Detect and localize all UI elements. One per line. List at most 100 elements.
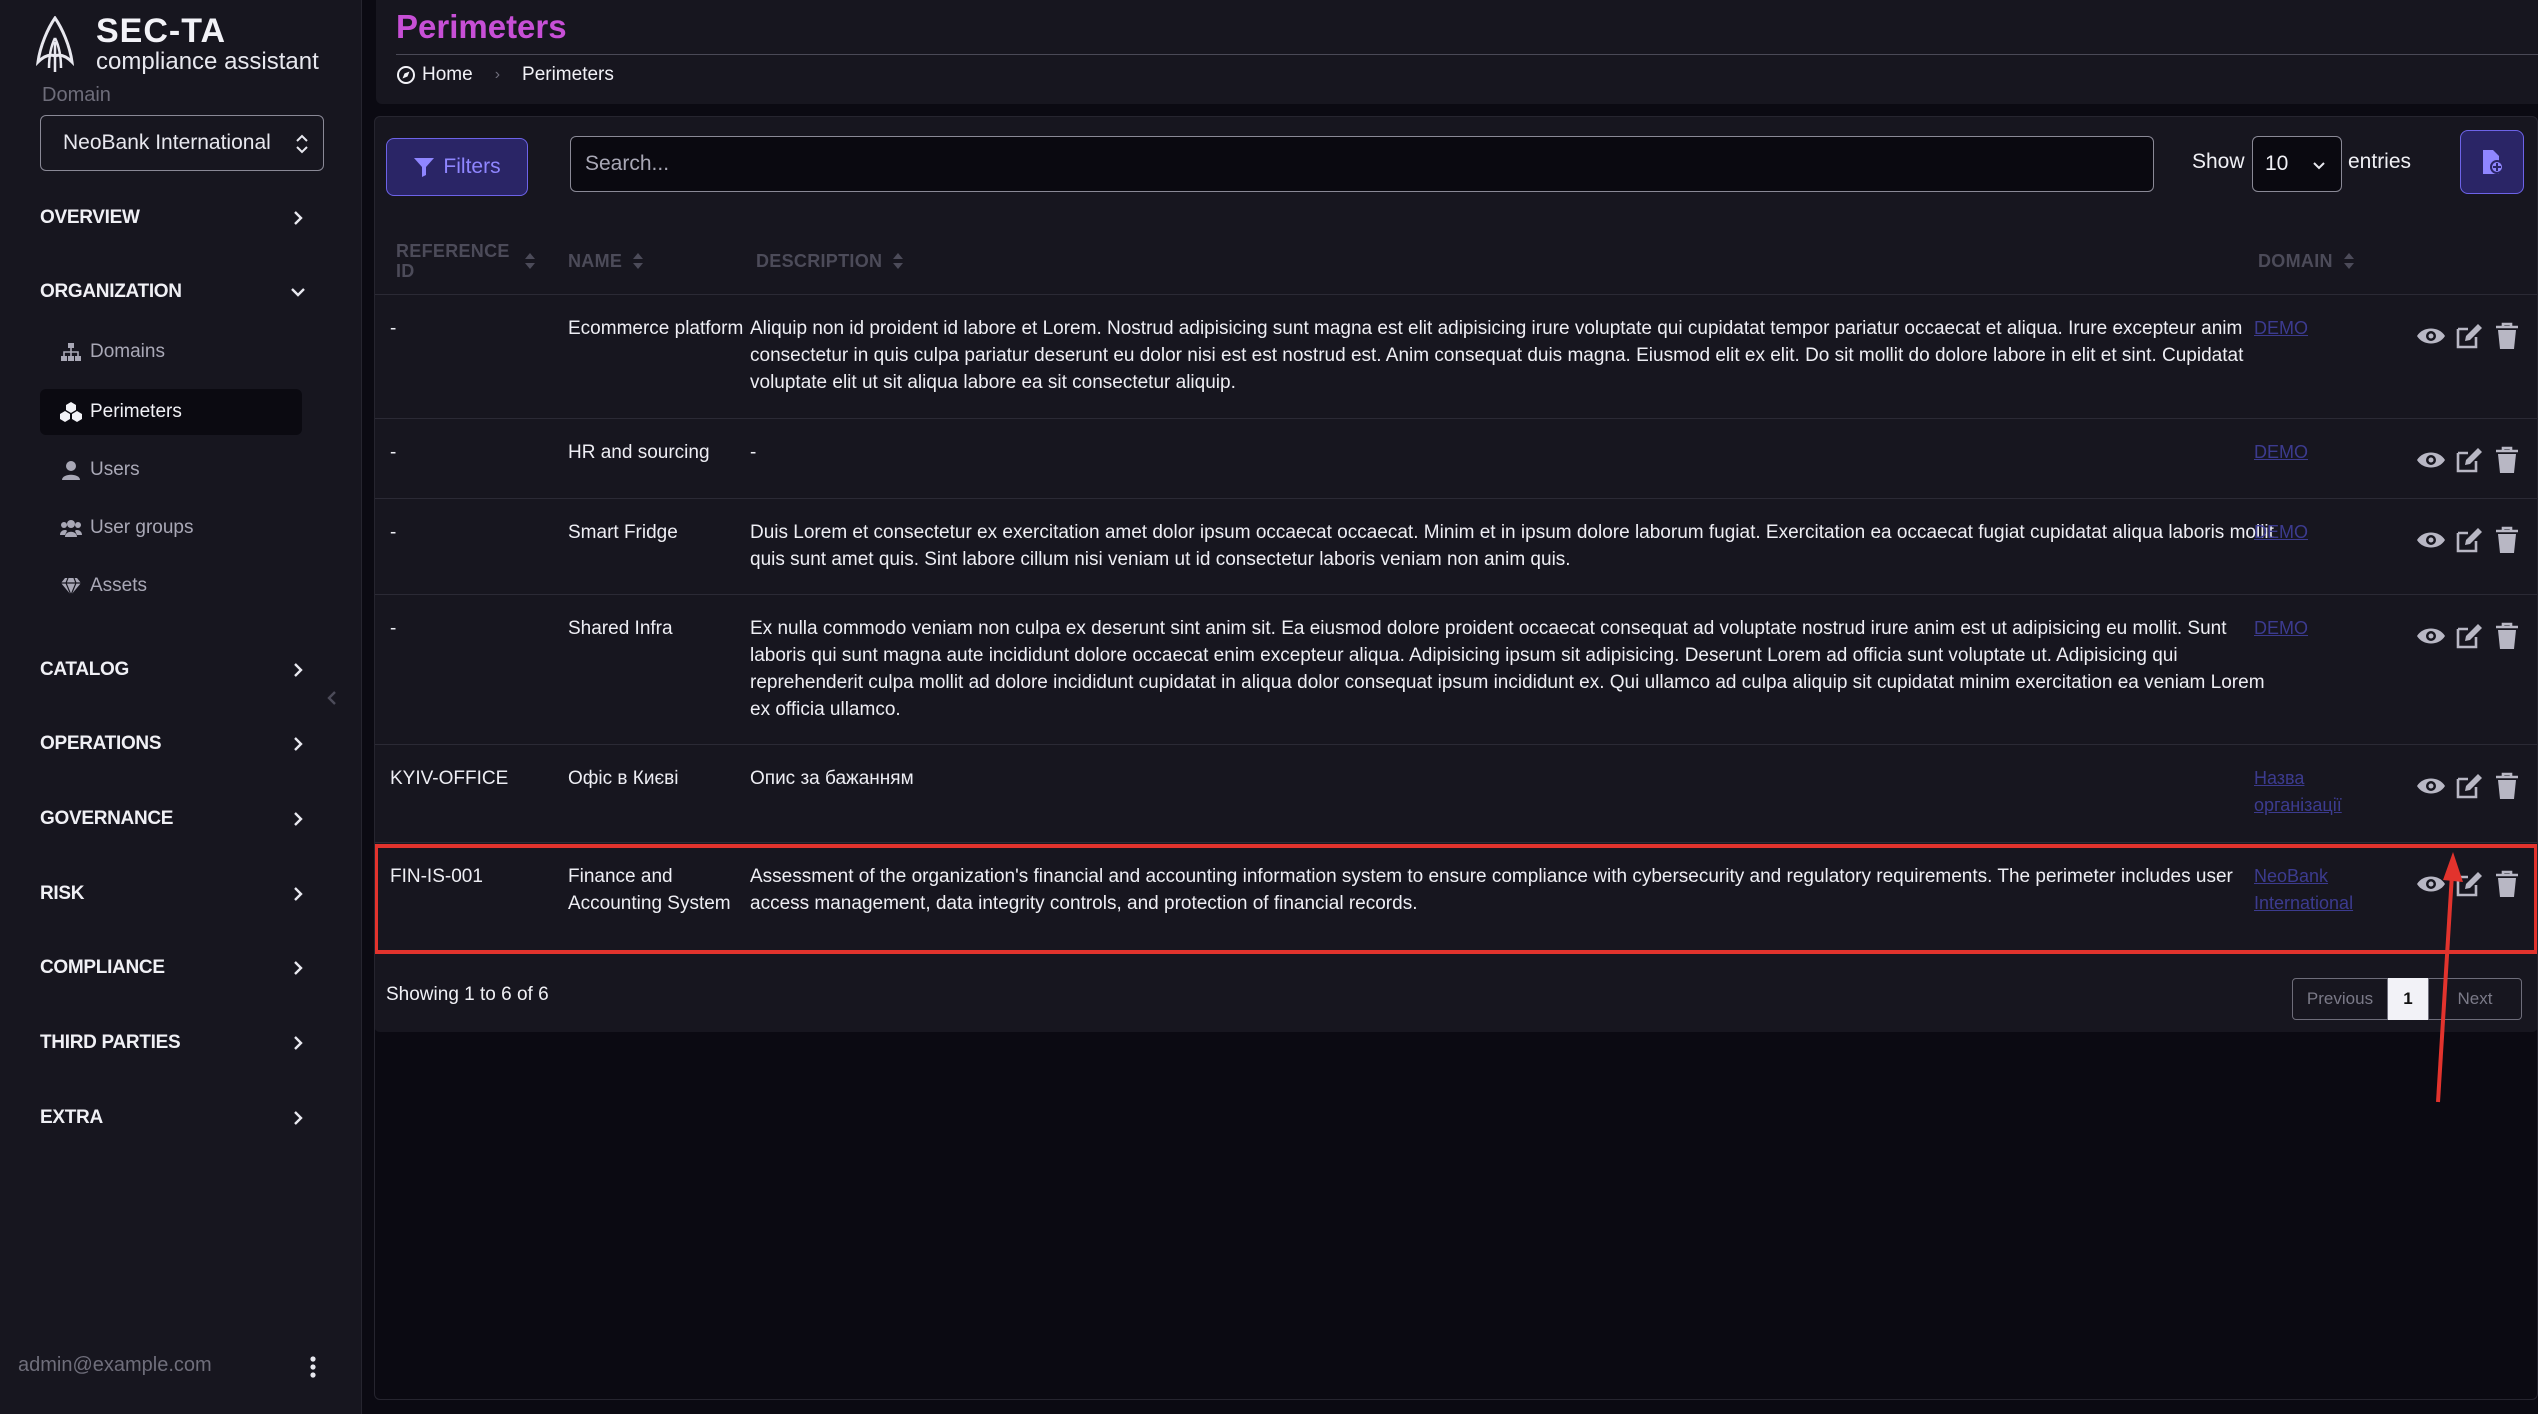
table-row[interactable]: - Shared Infra Ex nulla commodo veniam n… <box>374 594 2538 744</box>
user-icon <box>62 461 80 480</box>
cell-description: Aliquip non id proident id labore et Lor… <box>750 318 2244 393</box>
nav-compliance[interactable]: COMPLIANCE <box>40 948 310 988</box>
kebab-menu-icon[interactable] <box>306 1354 320 1380</box>
cell-description: Duis Lorem et consectetur ex exercitatio… <box>750 522 2274 570</box>
cell-description: Assessment of the organization's financi… <box>750 866 2233 914</box>
sidebar-item-domains[interactable]: Domains <box>40 329 302 375</box>
edit-icon[interactable] <box>2454 321 2484 351</box>
sort-icon <box>893 253 904 269</box>
nav-third-parties[interactable]: THIRD PARTIES <box>40 1023 310 1063</box>
show-label: Show <box>2192 150 2245 173</box>
previous-page-button[interactable]: Previous <box>2292 978 2388 1020</box>
pagination: Previous 1 Next <box>2292 978 2522 1020</box>
eye-icon[interactable] <box>2416 445 2446 475</box>
domain-label: Domain <box>42 84 111 106</box>
chevron-right-icon <box>294 812 303 826</box>
nav-catalog[interactable]: CATALOG <box>40 650 310 690</box>
gem-icon <box>61 577 81 597</box>
row-actions <box>2416 445 2522 475</box>
trash-icon[interactable] <box>2492 525 2522 555</box>
compass-icon <box>397 66 415 84</box>
breadcrumb-home[interactable]: Home <box>422 64 473 86</box>
sidebar-item-perimeters[interactable]: Perimeters <box>40 389 302 435</box>
cell-domain-link[interactable]: NeoBank International <box>2254 863 2374 917</box>
sidebar: SEC-TA compliance assistant Domain NeoBa… <box>0 0 362 1414</box>
cell-name: Shared Infra <box>568 618 673 639</box>
edit-icon[interactable] <box>2454 771 2484 801</box>
chevron-right-icon <box>294 961 303 975</box>
entries-select[interactable]: 10 <box>2252 136 2342 192</box>
edit-icon[interactable] <box>2454 525 2484 555</box>
cell-name: Smart Fridge <box>568 522 678 543</box>
nav-overview[interactable]: OVERVIEW <box>40 198 310 238</box>
page-button-current[interactable]: 1 <box>2388 978 2428 1020</box>
edit-icon[interactable] <box>2454 621 2484 651</box>
header-divider <box>396 54 2538 55</box>
cell-description: - <box>750 442 757 463</box>
chevron-right-icon <box>294 211 303 225</box>
nav-governance[interactable]: GOVERNANCE <box>40 799 310 839</box>
search-input[interactable] <box>570 136 2154 192</box>
cell-domain-link[interactable]: DEMO <box>2254 615 2374 642</box>
brand-logo-icon <box>35 16 75 72</box>
breadcrumb: Home › Perimeters <box>396 64 614 86</box>
user-email: admin@example.com <box>18 1354 212 1376</box>
trash-icon[interactable] <box>2492 771 2522 801</box>
eye-icon[interactable] <box>2416 771 2446 801</box>
chevron-down-icon <box>2313 162 2325 170</box>
nav-extra[interactable]: EXTRA <box>40 1098 310 1138</box>
sort-icon <box>2343 253 2354 269</box>
page-header: Perimeters Home › Perimeters <box>376 0 2538 104</box>
cell-ref: - <box>390 618 397 639</box>
sidebar-item-user-groups[interactable]: User groups <box>40 505 302 551</box>
table-panel: Filters Show 10 entries REFERENCE ID NAM… <box>374 116 2538 1032</box>
chevron-right-icon <box>294 1036 303 1050</box>
trash-icon[interactable] <box>2492 321 2522 351</box>
table-row[interactable]: - Ecommerce platform Aliquip non id proi… <box>374 294 2538 418</box>
brand[interactable]: SEC-TA compliance assistant <box>34 14 319 76</box>
sort-icon <box>633 253 644 269</box>
nav-operations[interactable]: OPERATIONS <box>40 724 310 764</box>
nav-risk[interactable]: RISK <box>40 874 310 914</box>
cell-domain-link[interactable]: DEMO <box>2254 315 2374 342</box>
cell-description: Опис за бажанням <box>750 768 914 789</box>
cell-ref: - <box>390 318 397 339</box>
table-row[interactable]: - HR and sourcing - DEMO <box>374 418 2538 498</box>
table-row[interactable]: - Smart Fridge Duis Lorem et consectetur… <box>374 498 2538 594</box>
filter-icon <box>414 158 435 177</box>
eye-icon[interactable] <box>2416 621 2446 651</box>
eye-icon[interactable] <box>2416 321 2446 351</box>
row-actions <box>2416 771 2522 801</box>
filters-button[interactable]: Filters <box>386 138 528 196</box>
cell-name: HR and sourcing <box>568 442 710 463</box>
trash-icon[interactable] <box>2492 869 2522 899</box>
cell-name: Finance and Accounting System <box>568 866 731 914</box>
cell-domain-link[interactable]: DEMO <box>2254 519 2374 546</box>
cell-domain-link[interactable]: Назва організації <box>2254 765 2374 819</box>
trash-icon[interactable] <box>2492 445 2522 475</box>
domain-select[interactable]: NeoBank International <box>40 115 324 171</box>
cell-ref: - <box>390 522 397 543</box>
updown-chevron-icon <box>296 134 308 154</box>
sidebar-item-users[interactable]: Users <box>40 447 302 493</box>
eye-icon[interactable] <box>2416 525 2446 555</box>
trash-icon[interactable] <box>2492 621 2522 651</box>
edit-icon[interactable] <box>2454 445 2484 475</box>
cell-name: Офіс в Києві <box>568 768 679 789</box>
cell-ref: - <box>390 442 397 463</box>
cell-name: Ecommerce platform <box>568 318 744 339</box>
table-row[interactable]: FIN-IS-001 Finance and Accounting System… <box>374 842 2538 954</box>
breadcrumb-separator: › <box>494 66 501 83</box>
sort-icon <box>525 253 535 269</box>
cell-domain-link[interactable]: DEMO <box>2254 439 2374 466</box>
row-actions <box>2416 621 2522 651</box>
collapse-sidebar-icon[interactable] <box>322 686 342 710</box>
export-button[interactable] <box>2460 130 2524 194</box>
chevron-right-icon <box>294 663 303 677</box>
cell-description: Ex nulla commodo veniam non culpa ex des… <box>750 618 2265 720</box>
nav-organization[interactable]: ORGANIZATION <box>40 272 310 312</box>
sidebar-item-assets[interactable]: Assets <box>40 563 302 609</box>
chevron-right-icon <box>294 737 303 751</box>
table-row[interactable]: KYIV-OFFICE Офіс в Києві Опис за бажання… <box>374 744 2538 842</box>
cell-ref: FIN-IS-001 <box>390 866 483 887</box>
